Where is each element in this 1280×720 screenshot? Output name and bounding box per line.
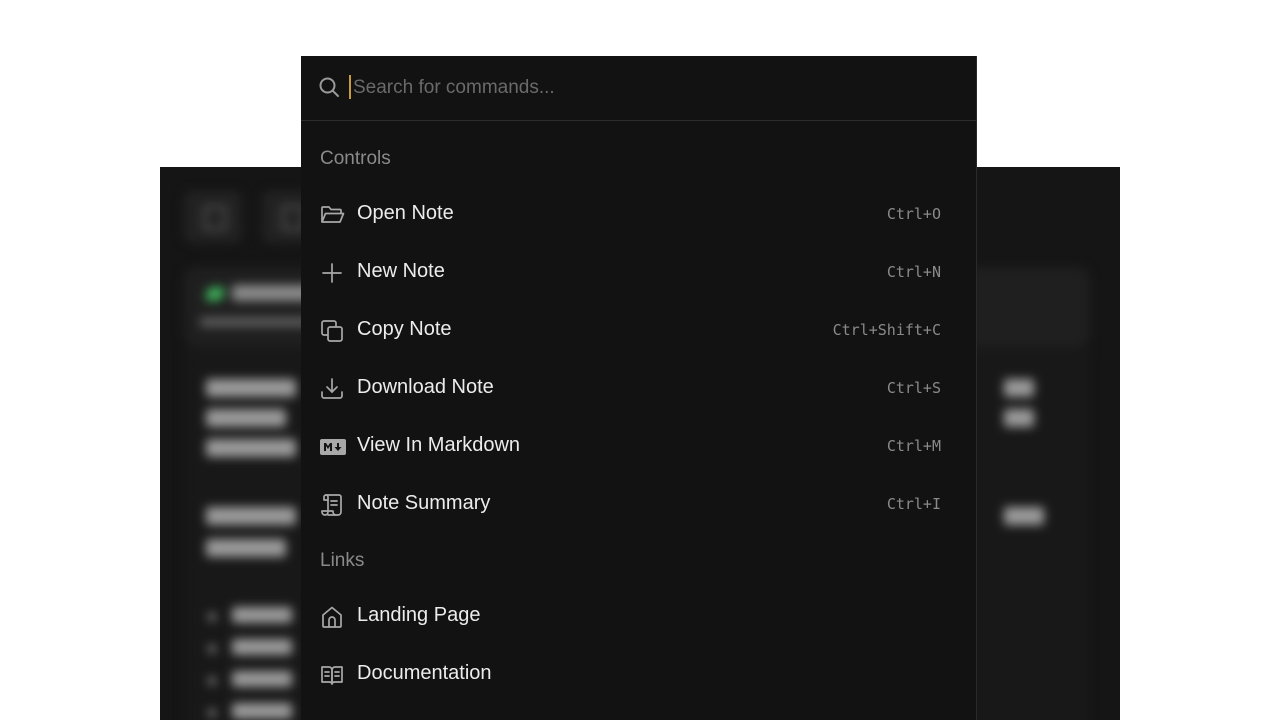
command-label: New Note xyxy=(357,260,445,282)
section-label-controls: Controls xyxy=(320,148,391,169)
book-open-icon xyxy=(320,663,346,687)
command-shortcut: Ctrl+I xyxy=(886,495,941,513)
command-note-summary[interactable]: Note Summary Ctrl+I xyxy=(301,481,977,529)
command-label: Open Note xyxy=(357,202,454,224)
link-landing-page[interactable]: Landing Page xyxy=(301,593,977,641)
command-label: View In Markdown xyxy=(357,434,521,456)
command-shortcut: Ctrl+M xyxy=(886,437,941,455)
markdown-icon xyxy=(320,435,346,459)
search-bar xyxy=(301,56,976,121)
command-shortcut: Ctrl+S xyxy=(886,379,941,397)
folder-open-icon xyxy=(320,203,346,227)
search-input[interactable] xyxy=(351,72,915,104)
plus-icon xyxy=(320,261,346,285)
command-shortcut: Ctrl+N xyxy=(886,263,941,281)
section-label-links: Links xyxy=(320,550,365,571)
command-view-in-markdown[interactable]: View In Markdown Ctrl+M xyxy=(301,423,977,471)
home-icon xyxy=(320,605,346,629)
link-documentation[interactable]: Documentation xyxy=(301,651,977,699)
scroll-icon xyxy=(320,493,346,517)
command-open-note[interactable]: Open Note Ctrl+O xyxy=(301,191,977,239)
search-icon xyxy=(317,75,341,99)
command-copy-note[interactable]: Copy Note Ctrl+Shift+C xyxy=(301,307,977,355)
command-download-note[interactable]: Download Note Ctrl+S xyxy=(301,365,977,413)
command-shortcut: Ctrl+Shift+C xyxy=(832,321,941,339)
link-label: Documentation xyxy=(357,662,492,684)
link-label: Landing Page xyxy=(357,604,481,626)
command-new-note[interactable]: New Note Ctrl+N xyxy=(301,249,977,297)
command-label: Copy Note xyxy=(357,318,452,340)
command-label: Download Note xyxy=(357,376,494,398)
command-label: Note Summary xyxy=(357,492,491,514)
command-shortcut: Ctrl+O xyxy=(886,205,941,223)
command-palette: Controls Open Note Ctrl+O New Note Ctrl+… xyxy=(301,56,977,720)
copy-icon xyxy=(320,319,346,343)
download-icon xyxy=(320,377,346,401)
background-toolbar-button xyxy=(184,191,242,243)
